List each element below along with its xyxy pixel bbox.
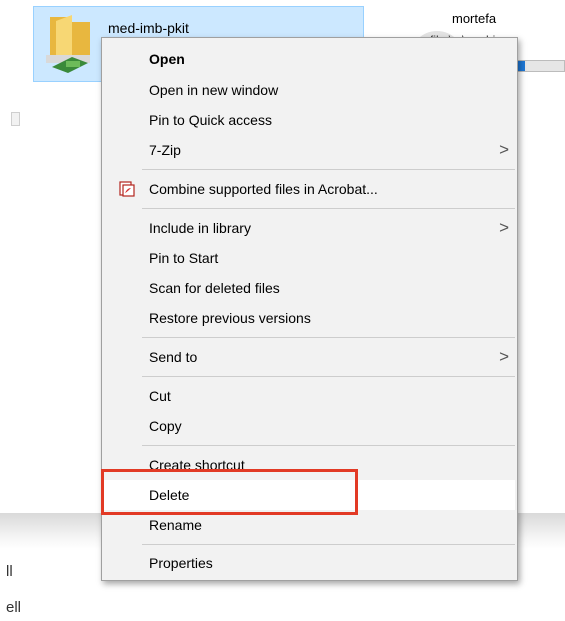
menu-item-pin-start[interactable]: Pin to Start — [104, 243, 515, 273]
menu-item-label: Scan for deleted files — [149, 280, 280, 296]
menu-item-include-library[interactable]: Include in library > — [104, 213, 515, 243]
menu-separator — [142, 445, 515, 446]
menu-separator — [142, 337, 515, 338]
menu-item-label: Open — [149, 51, 185, 67]
cropped-label-1: ll — [6, 563, 13, 580]
menu-item-label: Properties — [149, 555, 213, 571]
menu-separator — [142, 376, 515, 377]
menu-separator — [142, 169, 515, 170]
menu-item-7zip[interactable]: 7-Zip > — [104, 135, 515, 165]
network-folder-icon — [46, 15, 90, 73]
menu-item-send-to[interactable]: Send to > — [104, 342, 515, 372]
menu-item-label: Combine supported files in Acrobat... — [149, 181, 378, 197]
delete-highlight-outline — [101, 469, 358, 515]
menu-item-label: Copy — [149, 418, 182, 434]
menu-item-combine-acrobat[interactable]: Combine supported files in Acrobat... — [104, 174, 515, 204]
menu-item-properties[interactable]: Properties — [104, 548, 515, 578]
menu-item-label: Rename — [149, 517, 202, 533]
menu-item-cut[interactable]: Cut — [104, 381, 515, 411]
menu-item-label: Cut — [149, 388, 171, 404]
menu-item-scan-deleted[interactable]: Scan for deleted files — [104, 273, 515, 303]
folder-name: med-imb-pkit — [108, 20, 189, 36]
menu-item-label: Send to — [149, 349, 198, 365]
menu-item-restore-versions[interactable]: Restore previous versions — [104, 303, 515, 333]
menu-item-label: Include in library — [149, 220, 251, 236]
menu-item-label: Restore previous versions — [149, 310, 311, 326]
acrobat-icon — [119, 181, 135, 197]
menu-item-label: Pin to Start — [149, 250, 219, 266]
progress-bar — [517, 60, 565, 72]
menu-separator — [142, 208, 515, 209]
scroll-stub[interactable] — [11, 112, 20, 126]
menu-item-label: Open in new window — [149, 82, 279, 98]
chevron-right-icon: > — [499, 347, 509, 366]
progress-fill — [518, 61, 525, 71]
menu-item-copy[interactable]: Copy — [104, 411, 515, 441]
menu-item-open[interactable]: Open — [104, 44, 515, 74]
menu-item-pin-quick-access[interactable]: Pin to Quick access — [104, 105, 515, 135]
menu-item-label: Pin to Quick access — [149, 112, 272, 128]
second-item-name: mortefa — [452, 11, 497, 26]
chevron-right-icon: > — [499, 218, 509, 237]
menu-item-label: 7-Zip — [149, 142, 181, 158]
chevron-right-icon: > — [499, 140, 509, 159]
cropped-label-2: ell — [6, 599, 22, 616]
menu-separator — [142, 544, 515, 545]
menu-item-open-new-window[interactable]: Open in new window — [104, 75, 515, 105]
